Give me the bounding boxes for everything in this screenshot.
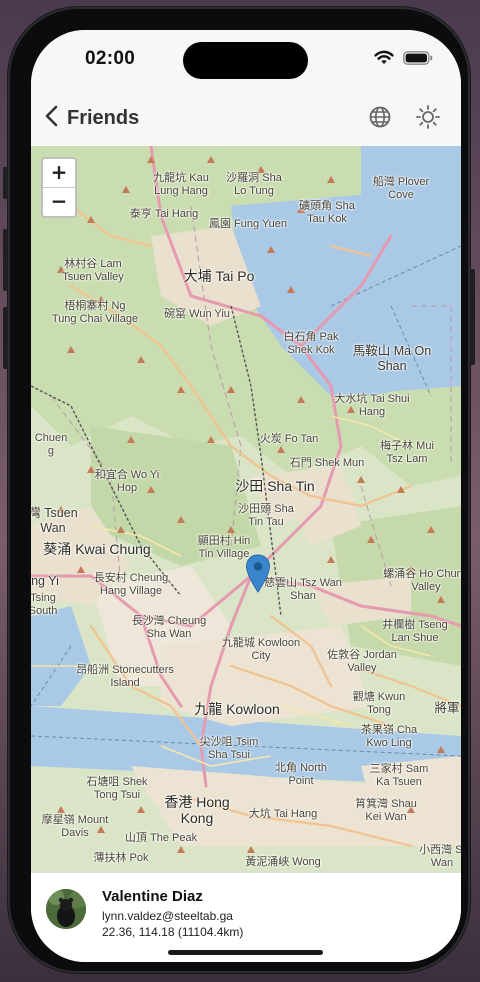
zoom-out-button[interactable]: − xyxy=(43,187,75,216)
map-label: 大水坑 Tai Shui Hang xyxy=(334,393,410,418)
side-button xyxy=(3,167,8,199)
map-marker-icon[interactable] xyxy=(245,554,271,594)
back-button[interactable]: Friends xyxy=(41,102,139,135)
nav-actions xyxy=(367,104,441,130)
map-label: 北角 North Point xyxy=(275,762,327,787)
map-label: 火炭 Fo Tan xyxy=(259,433,319,445)
battery-icon xyxy=(403,50,433,70)
map-label: 將軍 xyxy=(434,701,460,715)
map-label: 茶果嶺 Cha Kwo Ling xyxy=(360,724,418,749)
wifi-icon xyxy=(374,50,394,70)
page-title: Friends xyxy=(67,107,140,129)
map-label: 九龍城 Kowloon City xyxy=(221,637,301,662)
map-label: 馬鞍山 Ma On Shan xyxy=(352,344,432,373)
app-screen: 02:00 Friends 九龍坑 Kau Lung Hang 沙羅洞 Sha … xyxy=(31,30,461,962)
globe-icon[interactable] xyxy=(367,104,393,130)
map-label: 佐敦谷 Jordan Valley xyxy=(327,649,397,674)
map-label: Chuen g xyxy=(34,432,68,457)
map-label: 長安村 Cheung Hang Village xyxy=(93,572,169,597)
nav-bar: Friends xyxy=(31,90,461,147)
friend-name: Valentine Diaz xyxy=(102,888,203,905)
status-time: 02:00 xyxy=(85,48,136,69)
map-label: 石門 Shek Mun xyxy=(289,457,365,469)
map-label: 尖沙咀 Tsim Sha Tsui xyxy=(199,736,259,761)
chevron-left-icon xyxy=(41,102,63,135)
avatar xyxy=(46,889,86,929)
volume-down-button xyxy=(3,307,8,369)
friend-card[interactable]: Valentine Diaz lynn.valdez@steeltab.ga 2… xyxy=(31,872,461,962)
map-label: 沙田 Sha Tin xyxy=(235,478,315,494)
zoom-in-button[interactable]: + xyxy=(43,159,75,187)
map-label: 摩星嶺 Mount Davis xyxy=(41,814,109,839)
map-label: 葵涌 Kwai Chung xyxy=(43,541,151,557)
map-label: 昂船洲 Stonecutters Island xyxy=(76,664,174,689)
map-label: 石塘咀 Shek Tong Tsui xyxy=(86,776,148,801)
map-label: 林村谷 Lam Tsuen Valley xyxy=(62,258,124,283)
map-label: 和宜合 Wo Yi Hop xyxy=(94,469,160,494)
map-label: 碗窰 Wun Yiu xyxy=(164,308,230,320)
map-label: 三家村 Sam Ka Tsuen xyxy=(369,763,429,788)
volume-up-button xyxy=(3,229,8,291)
map-label: 山頂 The Peak xyxy=(124,832,198,844)
map-label: 井欄樹 Tseng Lan Shue xyxy=(382,619,448,644)
map-label: 螺涌谷 Ho Chung Valley xyxy=(383,568,461,593)
dynamic-island xyxy=(183,42,308,79)
map-label: 顯田村 Hin Tin Village xyxy=(197,535,251,560)
status-icons xyxy=(374,50,433,70)
friend-email: lynn.valdez@steeltab.ga xyxy=(102,909,233,923)
map-label: 梧桐寨村 Ng Tung Chai Village xyxy=(51,300,139,325)
map-label: 黃泥涌峽 Wong xyxy=(245,856,321,868)
map-label: 筲箕灣 Shau Kei Wan xyxy=(355,798,417,823)
map-label: 大坑 Tai Hang xyxy=(248,808,318,820)
map-label: 礦頭角 Sha Tau Kok xyxy=(299,200,355,225)
map-label: 白石角 Pak Shek Kok xyxy=(283,331,339,356)
map-label: ng Yi xyxy=(31,574,59,588)
map-label: 薄扶林 Pok xyxy=(93,852,149,864)
map-label: 小西灣 Si Wan xyxy=(419,844,461,869)
map-label: 慈雲山 Tsz Wan Shan xyxy=(264,577,342,602)
map-label: 大埔 Tai Po xyxy=(183,268,255,284)
friend-location: 22.36, 114.18 (11104.4km) xyxy=(102,925,244,939)
map-label: 觀塘 Kwun Tong xyxy=(352,691,406,716)
map-label: 九龍坑 Kau Lung Hang xyxy=(153,172,209,197)
map-label: 九龍 Kowloon xyxy=(194,701,280,717)
map-label: 沙田頭 Sha Tin Tau xyxy=(238,503,294,528)
map-label: 長沙灣 Cheung Sha Wan xyxy=(131,615,207,640)
home-indicator[interactable] xyxy=(168,950,323,955)
map-label: 船灣 Plover Cove xyxy=(372,176,430,201)
map-label: 沙羅洞 Sha Lo Tung xyxy=(226,172,282,197)
zoom-control: + − xyxy=(41,157,77,218)
phone-frame: 02:00 Friends 九龍坑 Kau Lung Hang 沙羅洞 Sha … xyxy=(3,7,475,973)
map-label: 灣 Tsuen Wan xyxy=(31,506,78,535)
map-label: 鳳園 Fung Yuen xyxy=(208,218,288,230)
status-bar: 02:00 xyxy=(31,30,461,90)
sun-icon[interactable] xyxy=(415,104,441,130)
map-label: 梅子林 Mui Tsz Lam xyxy=(380,440,434,465)
power-button xyxy=(470,269,475,365)
map-label: Tsing South xyxy=(31,592,58,617)
map-view[interactable]: 九龍坑 Kau Lung Hang 沙羅洞 Sha Lo Tung 船灣 Plove… xyxy=(31,146,461,872)
map-label: 泰亨 Tai Hang xyxy=(129,208,199,220)
map-label: 香港 Hong Kong xyxy=(164,794,230,826)
